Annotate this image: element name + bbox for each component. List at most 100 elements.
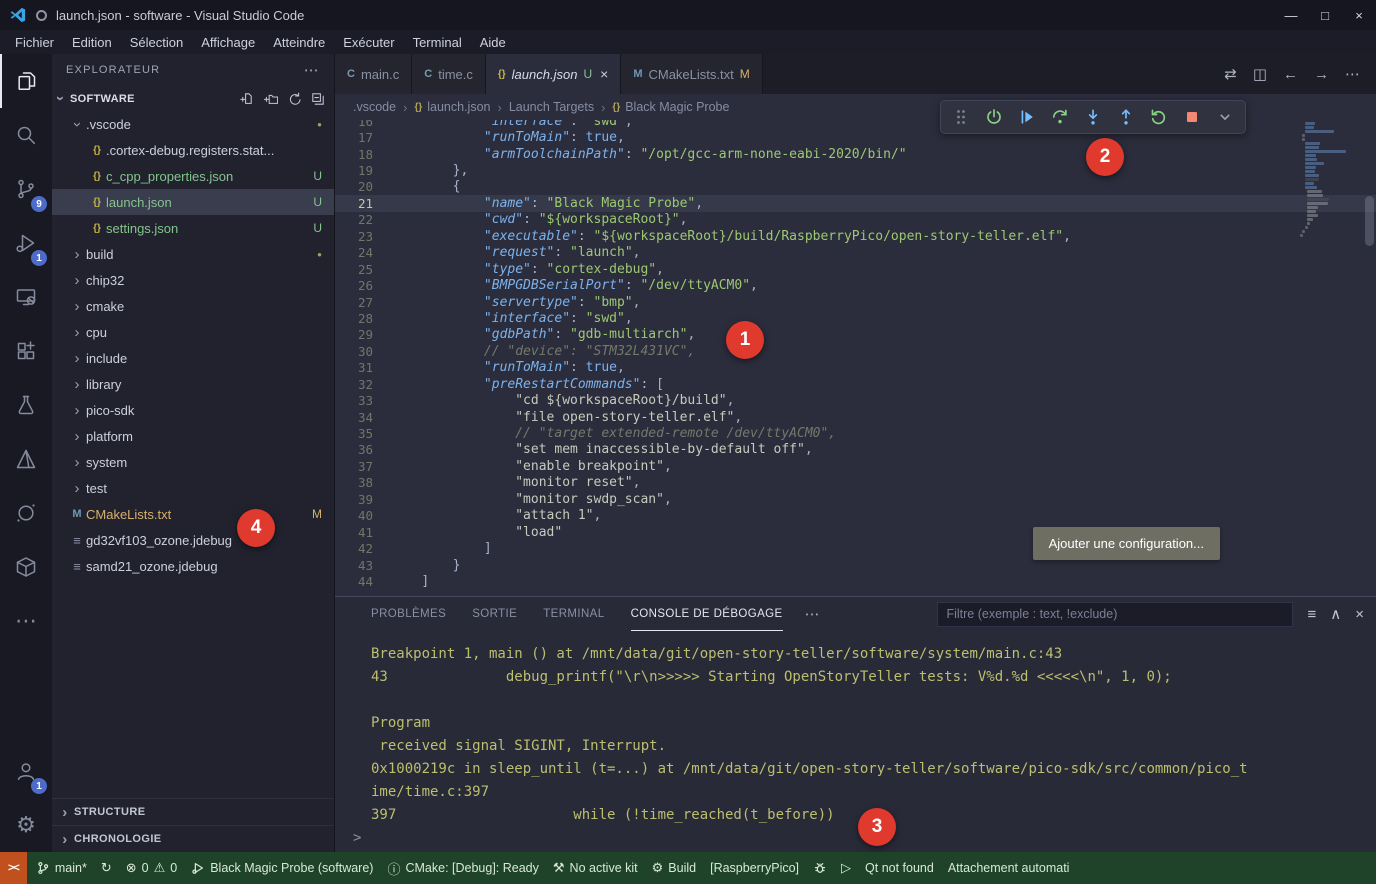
menu-exécuter[interactable]: Exécuter	[334, 35, 403, 50]
code-line-18[interactable]: 18 "armToolchainPath": "/opt/gcc-arm-non…	[335, 146, 1376, 162]
step-into-button[interactable]	[1083, 107, 1103, 127]
code-line-37[interactable]: 37 "enable breakpoint",	[335, 458, 1376, 474]
workspace-section-header[interactable]: SOFTWARE	[52, 86, 334, 111]
tree-item-pico-sdk[interactable]: pico-sdk	[52, 397, 334, 423]
menu-sélection[interactable]: Sélection	[121, 35, 192, 50]
tree-item-include[interactable]: include	[52, 345, 334, 371]
cmake-kit-selector[interactable]: ⚒ No active kit	[546, 852, 645, 884]
new-file-icon[interactable]	[238, 91, 254, 107]
tree-item-system[interactable]: system	[52, 449, 334, 475]
code-line-31[interactable]: 31 "runToMain": true,	[335, 360, 1376, 376]
drag-grip-icon[interactable]	[951, 107, 971, 127]
code-line-38[interactable]: 38 "monitor reset",	[335, 475, 1376, 491]
close-panel-icon[interactable]: ×	[1355, 606, 1364, 623]
step-over-button[interactable]	[1050, 107, 1070, 127]
code-line-24[interactable]: 24 "request": "launch",	[335, 245, 1376, 261]
tree-item-chip32[interactable]: chip32	[52, 267, 334, 293]
code-editor[interactable]: 16 "interface": "swd",17 "runToMain": tr…	[335, 120, 1376, 596]
stop-button[interactable]	[1182, 107, 1202, 127]
menu-aide[interactable]: Aide	[471, 35, 515, 50]
tab-time.c[interactable]: Ctime.c	[412, 54, 486, 94]
cmake-build-button[interactable]: ⚙ Build	[645, 852, 703, 884]
code-line-35[interactable]: 35 // "target extended-remote /dev/ttyAC…	[335, 425, 1376, 441]
debug-config-selector[interactable]: Black Magic Probe (software)	[184, 852, 380, 884]
panel-tab-console-de-d-bogage[interactable]: CONSOLE DE DÉBOGAGE	[631, 597, 783, 631]
tree-item-cmakelists.txt[interactable]: MCMakeLists.txtM	[52, 501, 334, 527]
menu-edition[interactable]: Edition	[63, 35, 121, 50]
cmake-target-selector[interactable]: [RaspberryPico]	[703, 852, 806, 884]
more-actions-icon[interactable]: ⋯	[1345, 65, 1360, 83]
git-branch-status[interactable]: main*	[29, 852, 94, 884]
activity-explorer[interactable]	[0, 54, 52, 108]
code-line-32[interactable]: 32 "preRestartCommands": [	[335, 376, 1376, 392]
tab-launch.json[interactable]: {}launch.jsonU×	[486, 54, 621, 94]
activity-source-control[interactable]: 9	[0, 162, 52, 216]
activity-account[interactable]: 1	[0, 744, 52, 798]
console-filter-input[interactable]	[937, 602, 1293, 627]
panel-tab-sortie[interactable]: SORTIE	[472, 597, 517, 631]
minimap[interactable]	[1298, 122, 1362, 238]
activity-search[interactable]	[0, 108, 52, 162]
navigate-back-icon[interactable]: ←	[1283, 66, 1298, 83]
tree-item-.cortex-debug.registers.stat...[interactable]: {}.cortex-debug.registers.stat...	[52, 137, 334, 163]
tree-item-.vscode[interactable]: .vscode●	[52, 111, 334, 137]
activity-more[interactable]: ⋯	[0, 594, 52, 648]
code-line-19[interactable]: 19 },	[335, 162, 1376, 178]
split-editor-icon[interactable]: ◫	[1253, 65, 1267, 83]
menu-atteindre[interactable]: Atteindre	[264, 35, 334, 50]
code-line-27[interactable]: 27 "servertype": "bmp",	[335, 294, 1376, 310]
menu-terminal[interactable]: Terminal	[404, 35, 471, 50]
remote-indicator[interactable]: ><	[0, 852, 27, 884]
qt-status[interactable]: Qt not found	[858, 852, 941, 884]
code-line-28[interactable]: 28 "interface": "swd",	[335, 310, 1376, 326]
code-line-29[interactable]: 29 "gdbPath": "gdb-multiarch",	[335, 327, 1376, 343]
code-line-43[interactable]: 43 }	[335, 557, 1376, 573]
debug-more-icon[interactable]	[1215, 107, 1235, 127]
tree-item-build[interactable]: build●	[52, 241, 334, 267]
activity-jupyter[interactable]	[0, 486, 52, 540]
code-line-36[interactable]: 36 "set mem inaccessible-by-default off"…	[335, 442, 1376, 458]
maximize-panel-icon[interactable]: ∧	[1330, 605, 1341, 623]
activity-package[interactable]	[0, 540, 52, 594]
tree-item-samd21_ozone.jdebug[interactable]: ≡samd21_ozone.jdebug	[52, 553, 334, 579]
refresh-icon[interactable]	[286, 91, 302, 107]
new-folder-icon[interactable]	[262, 91, 278, 107]
outline-section[interactable]: STRUCTURE	[52, 798, 334, 825]
auto-attach-status[interactable]: Attachement automati	[941, 852, 1077, 884]
code-line-23[interactable]: 23 "executable": "${workspaceRoot}/build…	[335, 228, 1376, 244]
code-line-39[interactable]: 39 "monitor swdp_scan",	[335, 491, 1376, 507]
filter-icon[interactable]: ≡	[1307, 606, 1316, 623]
add-configuration-button[interactable]: Ajouter une configuration...	[1033, 527, 1220, 560]
code-line-20[interactable]: 20 {	[335, 179, 1376, 195]
panel-tab-probl-mes[interactable]: PROBLÈMES	[371, 597, 446, 631]
debug-console-output[interactable]: Breakpoint 1, main () at /mnt/data/git/o…	[335, 631, 1376, 852]
activity-remote-explorer[interactable]	[0, 270, 52, 324]
debug-target-button[interactable]	[806, 852, 834, 884]
power-button[interactable]	[984, 107, 1004, 127]
tree-item-c_cpp_properties.json[interactable]: {}c_cpp_properties.jsonU	[52, 163, 334, 189]
code-line-40[interactable]: 40 "attach 1",	[335, 508, 1376, 524]
breadcrumb-item[interactable]: Launch Targets	[509, 100, 594, 114]
close-button[interactable]: ×	[1342, 0, 1376, 30]
tab-cmakelists.txt[interactable]: MCMakeLists.txtM	[621, 54, 762, 94]
tab-main.c[interactable]: Cmain.c	[335, 54, 412, 94]
tree-item-test[interactable]: test	[52, 475, 334, 501]
problems-status[interactable]: ⊗ 0 ⚠ 0	[119, 852, 184, 884]
activity-testing[interactable]	[0, 378, 52, 432]
collapse-all-icon[interactable]	[310, 91, 326, 107]
scrollbar-thumb[interactable]	[1365, 196, 1374, 246]
tree-item-library[interactable]: library	[52, 371, 334, 397]
activity-settings[interactable]: ⚙	[0, 798, 52, 852]
activity-extensions[interactable]	[0, 324, 52, 378]
code-line-26[interactable]: 26 "BMPGDBSerialPort": "/dev/ttyACM0",	[335, 277, 1376, 293]
tree-item-platform[interactable]: platform	[52, 423, 334, 449]
code-line-22[interactable]: 22 "cwd": "${workspaceRoot}",	[335, 212, 1376, 228]
code-line-30[interactable]: 30 // "device": "STM32L431VC",	[335, 343, 1376, 359]
run-target-button[interactable]: ▷	[834, 852, 858, 884]
code-line-25[interactable]: 25 "type": "cortex-debug",	[335, 261, 1376, 277]
code-line-21[interactable]: 21 "name": "Black Magic Probe",	[335, 195, 1376, 211]
tree-item-settings.json[interactable]: {}settings.jsonU	[52, 215, 334, 241]
breadcrumb-item[interactable]: {}launch.json	[414, 100, 490, 114]
panel-more-icon[interactable]: ⋯	[805, 605, 820, 623]
restart-button[interactable]	[1149, 107, 1169, 127]
